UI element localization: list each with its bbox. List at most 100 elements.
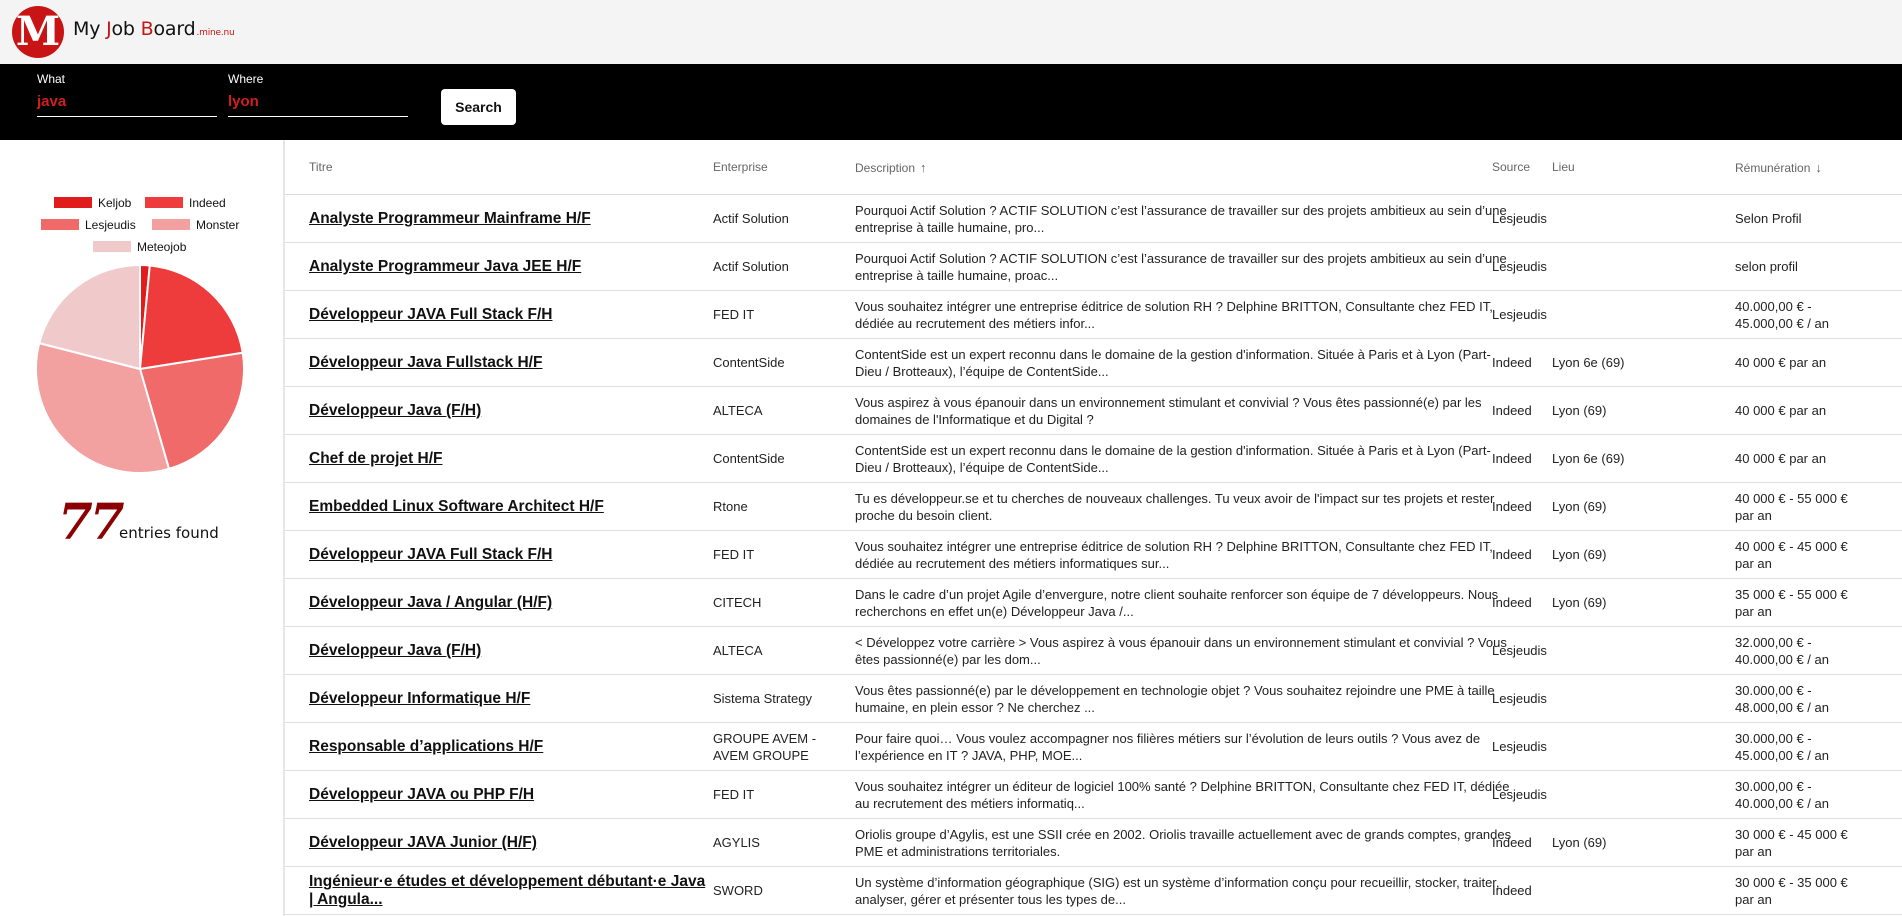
job-title-link[interactable]: Développeur JAVA Full Stack F/H [309, 546, 709, 564]
what-input[interactable]: java [37, 93, 217, 117]
logo-icon[interactable]: M [12, 6, 64, 58]
table-row[interactable]: Développeur Java (F/H) ALTECA < Développez… [285, 627, 1902, 675]
table-row[interactable]: Développeur Java Fullstack H/F ContentSid… [285, 339, 1902, 387]
legend-item-keljob[interactable]: Keljob [54, 196, 131, 210]
arrow-up-icon[interactable]: ↑ [920, 160, 927, 175]
table-row[interactable]: Ingénieur·e études et développement débu… [285, 867, 1902, 915]
job-title-link[interactable]: Développeur JAVA ou PHP F/H [309, 786, 709, 804]
legend-item-monster[interactable]: Monster [152, 218, 239, 232]
brand-name[interactable]: My Job Board.mine.nu [73, 18, 235, 40]
job-title-link[interactable]: Responsable d’applications H/F [309, 738, 709, 756]
job-title-link[interactable]: Développeur JAVA Full Stack F/H [309, 306, 709, 324]
company-cell: ContentSide [713, 355, 785, 370]
arrow-down-icon[interactable]: ↓ [1815, 160, 1822, 175]
job-title-link[interactable]: Embedded Linux Software Architect H/F [309, 498, 709, 516]
description-cell: Vous souhaitez intégrer un éditeur de lo… [855, 779, 1510, 811]
description-cell: Vous êtes passionné(e) par le développem… [855, 683, 1495, 715]
salary-cell: 30 000 € - 35 000 € par an [1735, 875, 1848, 907]
table-row[interactable]: Analyste Programmeur Java JEE H/F Actif S… [285, 243, 1902, 291]
header-titre[interactable]: Titre [309, 160, 333, 174]
legend-label-monster: Monster [196, 218, 240, 232]
job-title-link[interactable]: Ingénieur·e études et développement débu… [309, 873, 709, 909]
legend-item-indeed[interactable]: Indeed [145, 196, 226, 210]
search-button[interactable]: Search [441, 89, 516, 125]
company-cell: ALTECA [713, 403, 763, 418]
source-cell: Lesjeudis [1492, 739, 1547, 754]
salary-cell: 40 000 € par an [1735, 355, 1827, 370]
salary-cell: 30 000 € - 45 000 € par an [1735, 827, 1848, 859]
table-row[interactable]: Développeur JAVA Full Stack F/H FED IT Vou… [285, 531, 1902, 579]
legend-swatch-monster [152, 219, 190, 230]
company-cell: AGYLIS [713, 835, 760, 850]
table-body: Analyste Programmeur Mainframe H/F Actif … [285, 195, 1902, 915]
source-cell: Lesjeudis [1492, 787, 1547, 802]
sidebar: Keljob Indeed Lesjeudis Monster Meteojob… [0, 140, 284, 916]
company-cell: ALTECA [713, 643, 763, 658]
legend-item-lesjeudis[interactable]: Lesjeudis [41, 218, 136, 232]
search-bar: What java Where lyon Search [0, 64, 1902, 140]
company-cell: FED IT [713, 307, 755, 322]
table-row[interactable]: Responsable d’applications H/F GROUPE AVE… [285, 723, 1902, 771]
header-lieu[interactable]: Lieu [1552, 160, 1575, 174]
source-cell: Indeed [1492, 355, 1532, 370]
pie-slice-indeed[interactable] [138, 264, 244, 371]
header-remuneration[interactable]: Rémunération ↓ [1735, 160, 1822, 175]
job-title-link[interactable]: Développeur JAVA Junior (H/F) [309, 834, 709, 852]
where-field[interactable]: Where lyon [228, 72, 408, 117]
location-cell: Lyon (69) [1552, 547, 1607, 562]
table-row[interactable]: Analyste Programmeur Mainframe H/F Actif … [285, 195, 1902, 243]
salary-cell: 32.000,00 € - 40.000,00 € / an [1735, 635, 1829, 667]
source-cell: Indeed [1492, 883, 1532, 898]
job-title-link[interactable]: Développeur Java / Angular (H/F) [309, 594, 709, 612]
what-field[interactable]: What java [37, 72, 217, 117]
job-title-link[interactable]: Développeur Java (F/H) [309, 642, 709, 660]
source-cell: Lesjeudis [1492, 643, 1547, 658]
salary-cell: 30.000,00 € - 40.000,00 € / an [1735, 779, 1829, 811]
salary-cell: selon profil [1735, 259, 1798, 274]
description-cell: < Développez votre carrière > Vous aspir… [855, 635, 1507, 667]
table-row[interactable]: Développeur JAVA ou PHP F/H FED IT Vous so… [285, 771, 1902, 819]
legend-swatch-meteojob [93, 241, 131, 252]
table-row[interactable]: Développeur Java (F/H) ALTECA Vous aspirez… [285, 387, 1902, 435]
table-row[interactable]: Développeur Java / Angular (H/F) CITECH Da… [285, 579, 1902, 627]
description-cell: ContentSide est un expert reconnu dans l… [855, 443, 1491, 475]
legend-label-meteojob: Meteojob [137, 240, 187, 254]
legend-item-meteojob[interactable]: Meteojob [93, 240, 186, 254]
location-cell: Lyon 6e (69) [1552, 451, 1625, 466]
top-header: M My Job Board.mine.nu [0, 0, 1902, 64]
job-title-link[interactable]: Analyste Programmeur Java JEE H/F [309, 258, 709, 276]
job-title-link[interactable]: Analyste Programmeur Mainframe H/F [309, 210, 709, 228]
source-cell: Lesjeudis [1492, 691, 1547, 706]
header-description-label: Description [855, 161, 916, 175]
location-cell: Lyon (69) [1552, 403, 1607, 418]
table-row[interactable]: Développeur Informatique H/F Sistema Stra… [285, 675, 1902, 723]
description-cell: Pourquoi Actif Solution ? ACTIF SOLUTION… [855, 251, 1507, 283]
header-source[interactable]: Source [1492, 160, 1530, 174]
company-cell: ContentSide [713, 451, 785, 466]
salary-cell: 40 000 € - 55 000 € par an [1735, 491, 1848, 523]
header-entreprise[interactable]: Enterprise [713, 160, 768, 174]
job-title-link[interactable]: Chef de projet H/F [309, 450, 709, 468]
header-description[interactable]: Description ↑ [855, 160, 927, 175]
table-header: Titre Enterprise Description ↑ Source Lie… [285, 140, 1902, 195]
table-row[interactable]: Développeur JAVA Full Stack F/H FED IT Vou… [285, 291, 1902, 339]
company-cell: Rtone [713, 499, 748, 514]
job-title-link[interactable]: Développeur Java Fullstack H/F [309, 354, 709, 372]
table-row[interactable]: Embedded Linux Software Architect H/F Rto… [285, 483, 1902, 531]
company-cell: Actif Solution [713, 259, 789, 274]
company-cell: Actif Solution [713, 211, 789, 226]
company-cell: FED IT [713, 787, 755, 802]
job-title-link[interactable]: Développeur Java (F/H) [309, 402, 709, 420]
legend-label-lesjeudis: Lesjeudis [85, 218, 136, 232]
legend-label-indeed: Indeed [189, 196, 226, 210]
table-row[interactable]: Chef de projet H/F ContentSide ContentSide… [285, 435, 1902, 483]
salary-cell: 40 000 € par an [1735, 403, 1827, 418]
legend-swatch-indeed [145, 197, 183, 208]
job-title-link[interactable]: Développeur Informatique H/F [309, 690, 709, 708]
table-row[interactable]: Développeur JAVA Junior (H/F) AGYLIS Oriol… [285, 819, 1902, 867]
brand-board: oard [153, 18, 196, 40]
where-input[interactable]: lyon [228, 93, 408, 117]
source-cell: Indeed [1492, 451, 1532, 466]
company-cell: CITECH [713, 595, 762, 610]
header-remuneration-label: Rémunération [1735, 161, 1811, 175]
